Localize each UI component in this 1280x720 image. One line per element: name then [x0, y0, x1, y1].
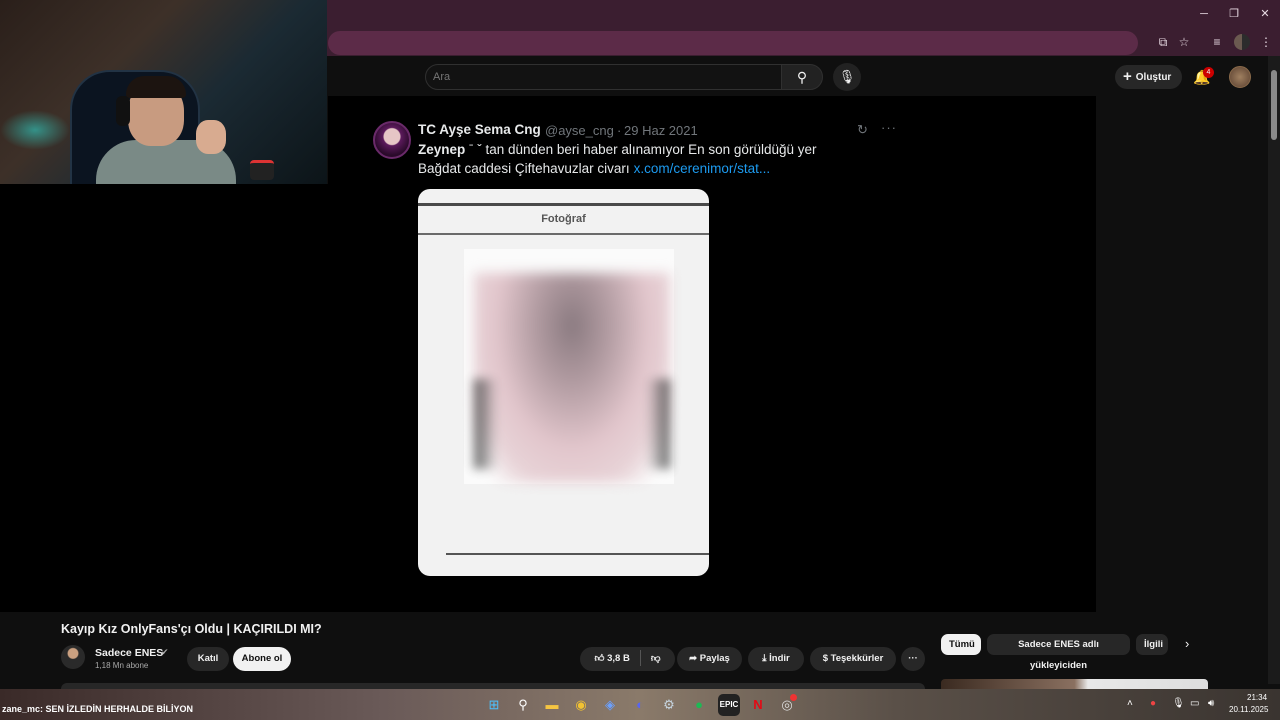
- microphone: [250, 160, 274, 180]
- tweet-handle: @ayse_cng: [545, 123, 614, 138]
- tweet-photo: Fotoğraf: [418, 189, 709, 576]
- thanks-icon: $: [822, 653, 831, 664]
- share-label: Paylaş: [699, 653, 730, 664]
- tweet-author-name: TC Ayşe Sema Cng: [418, 122, 541, 137]
- stream-chat-message: zane_mc: SEN İZLEDİN HERHALDE BİLİYON: [2, 704, 193, 714]
- netflix-icon[interactable]: N: [747, 694, 769, 716]
- video-title: Kayıp Kız OnlyFans'çı Oldu | KAÇIRILDI M…: [61, 622, 322, 636]
- discord-icon[interactable]: ◐: [629, 694, 651, 716]
- close-button[interactable]: ✕: [1257, 6, 1273, 22]
- file-explorer-icon[interactable]: ▬: [541, 694, 563, 716]
- tray-app-icon[interactable]: ●: [1150, 698, 1156, 709]
- thanks-label: Teşekkürler: [830, 653, 884, 664]
- tweet-avatar: [373, 121, 411, 159]
- scrollbar-thumb[interactable]: [1271, 70, 1277, 140]
- store-icon[interactable]: ◈: [599, 694, 621, 716]
- share-button[interactable]: ➦ Paylaş: [677, 647, 742, 671]
- tweet-text-line-2: Bağdat caddesi Çiftehavuzlar civarı x.com…: [418, 161, 770, 176]
- more-actions-button[interactable]: ···: [901, 647, 925, 671]
- chrome-icon[interactable]: ◉: [570, 694, 592, 716]
- streamer-hair: [126, 76, 186, 98]
- channel-avatar[interactable]: [61, 645, 85, 669]
- recording-dot: [790, 694, 797, 701]
- search-button[interactable]: ⚲: [781, 64, 823, 90]
- divider: [639, 650, 641, 667]
- minimize-button[interactable]: ─: [1196, 6, 1212, 22]
- headset: [116, 96, 130, 126]
- spotify-icon[interactable]: ●: [688, 694, 710, 716]
- search-icon[interactable]: ⚲: [512, 694, 534, 716]
- like-dislike-group[interactable]: 👍︎ 3,8 B 👎︎: [580, 647, 675, 671]
- photo-label: Fotoğraf: [541, 213, 586, 225]
- form-border-line: [418, 203, 709, 206]
- chat-text: : SEN İZLEDİN HERHALDE BİLİYON: [40, 704, 194, 714]
- microphone-icon: 🎙: [838, 69, 856, 84]
- create-label: Oluştur: [1135, 72, 1172, 83]
- share-icon: ➦: [689, 653, 700, 664]
- chat-username: zane_mc: [2, 704, 41, 714]
- notification-badge: 4: [1203, 67, 1214, 78]
- tweet-text-line-1: Zeynep ˉ ˇ tan dünden beri haber alınamı…: [418, 142, 816, 157]
- form-divider-line: [418, 233, 709, 235]
- subscribe-button[interactable]: Abone ol: [233, 647, 291, 671]
- subscriber-count: 1,18 Mn abone: [95, 661, 149, 670]
- chip-all[interactable]: Tümü: [941, 634, 981, 655]
- blurred-hair: [474, 379, 670, 469]
- more-options-icon: ···: [881, 120, 897, 135]
- playlist-icon[interactable]: ≡: [1209, 34, 1225, 50]
- maximize-button[interactable]: ❐: [1226, 6, 1242, 22]
- voice-search-button[interactable]: 🎙: [833, 63, 861, 91]
- like-count[interactable]: 3,8 B: [607, 653, 630, 664]
- download-button[interactable]: ⤓ İndir: [748, 647, 804, 671]
- plus-icon: +: [1123, 68, 1132, 85]
- network-icon[interactable]: ▭: [1190, 698, 1199, 709]
- clock-time[interactable]: 21:34: [1247, 693, 1267, 702]
- chip-related[interactable]: İlgili: [1136, 634, 1168, 655]
- join-button[interactable]: Katıl: [187, 647, 229, 671]
- chip-from-channel[interactable]: Sadece ENES adlı yükleyiciden: [987, 634, 1130, 671]
- verified-icon: ✔: [161, 647, 169, 657]
- tweet-separator: ·: [617, 123, 622, 138]
- secondary-column: [1096, 96, 1268, 612]
- rgb-light: [0, 110, 70, 150]
- menu-icon[interactable]: ⋮: [1258, 34, 1274, 50]
- tweet-link: x.com/cerenimor/stat...: [633, 161, 771, 176]
- grok-icon: ↻: [857, 122, 868, 137]
- tweet-location-text: Bağdat caddesi Çiftehavuzlar civarı: [418, 161, 630, 176]
- tweet-redacted-text: ˉ ˇ: [465, 142, 486, 157]
- steam-icon[interactable]: ⚙: [658, 694, 680, 716]
- tweet-date: 29 Haz 2021: [624, 123, 698, 138]
- form-bottom-line: [446, 553, 709, 555]
- clock-date[interactable]: 20.11.2025: [1229, 705, 1268, 714]
- thumbs-down-icon[interactable]: 👎︎: [651, 653, 661, 664]
- create-button[interactable]: + Oluştur: [1115, 65, 1182, 89]
- search-icon: ⚲: [796, 69, 808, 85]
- address-bar[interactable]: [328, 31, 1138, 55]
- search-input[interactable]: [433, 64, 773, 90]
- star-icon[interactable]: ☆: [1176, 34, 1192, 50]
- thumbs-up-icon: 👍︎: [594, 653, 608, 664]
- tweet-text: tan dünden beri haber alınamıyor En son …: [485, 142, 817, 157]
- thanks-button[interactable]: $ Teşekkürler: [810, 647, 896, 671]
- webcam-overlay: [0, 0, 327, 184]
- start-icon[interactable]: ⊞: [483, 694, 505, 716]
- page-scrollbar[interactable]: [1268, 56, 1280, 684]
- channel-name[interactable]: Sadece ENES: [95, 647, 163, 659]
- epic-games-icon[interactable]: EPIC: [718, 694, 740, 716]
- ellipsis-icon: ···: [908, 653, 918, 664]
- download-label: İndir: [769, 653, 790, 664]
- profile-icon[interactable]: [1234, 34, 1250, 50]
- account-avatar[interactable]: [1229, 66, 1251, 88]
- volume-icon[interactable]: 🔊︎: [1208, 698, 1214, 709]
- cast-icon[interactable]: ⧉: [1155, 34, 1171, 50]
- chevron-up-icon[interactable]: ˄: [1127, 698, 1133, 709]
- microphone-icon[interactable]: 🎙: [1172, 698, 1185, 709]
- streamer-hand: [196, 120, 226, 154]
- chevron-right-icon[interactable]: ›: [1185, 636, 1189, 651]
- tweet-name-mention: Zeynep: [418, 142, 466, 157]
